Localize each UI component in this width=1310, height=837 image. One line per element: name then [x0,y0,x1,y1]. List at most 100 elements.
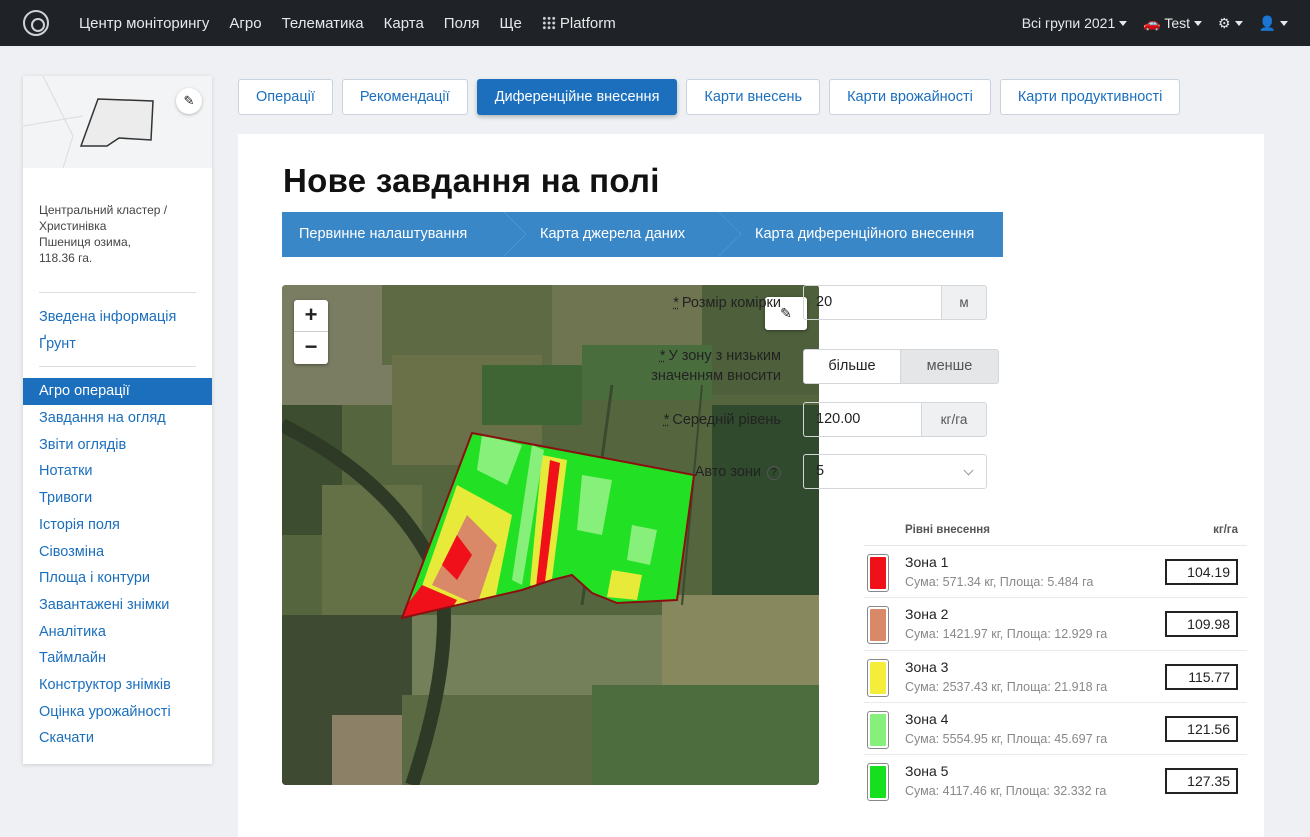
zone-color-swatch[interactable] [867,658,889,697]
tab-application-maps[interactable]: Карти внесень [686,79,821,115]
nav-monitoring-center[interactable]: Центр моніторингу [69,15,219,32]
zone-row: Зона 5 Сума: 4117.46 кг, Площа: 32.332 г… [864,755,1247,807]
nav-map[interactable]: Карта [374,15,434,32]
application-levels-table: Рівні внесення кг/га Зона 1 Сума: 571.34… [864,518,1247,807]
cell-size-unit: м [941,285,987,320]
low-zone-label-line1: У зону з низьким [668,348,781,364]
table-header: Рівні внесення кг/га [864,518,1247,546]
tab-variable-rate[interactable]: Диференційне внесення [476,79,678,115]
sidebar-link-summary[interactable]: Зведена інформація [23,304,212,331]
required-mark: * [663,411,670,428]
sidebar-link-crop-rotation[interactable]: Сівозміна [23,539,212,566]
edit-field-pencil-icon[interactable]: ✎ [176,88,202,114]
toggle-more-button[interactable]: більше [803,348,901,384]
sidebar-link-uploaded-images[interactable]: Завантажені знімки [23,592,212,619]
zone-summary: Сума: 5554.95 кг, Площа: 45.697 га [905,731,1108,746]
required-mark: * [673,294,679,311]
nav-platform[interactable]: Platform [532,15,626,32]
tab-operations[interactable]: Операції [238,79,333,115]
zone-name: Зона 4 [905,710,949,727]
zoom-controls: + − [294,300,328,364]
zone-color-swatch[interactable] [867,710,889,749]
zone-rate-input[interactable]: 109.98 [1165,611,1238,638]
logo-icon[interactable] [23,10,49,36]
field-crop: Пшениця озима, [39,235,131,249]
zone-color-swatch[interactable] [867,763,889,802]
groups-dropdown[interactable]: Всі групи 2021 [1014,15,1136,31]
groups-label: Всі групи 2021 [1021,15,1116,31]
sidebar-link-soil[interactable]: Ґрунт [23,331,212,358]
help-icon[interactable]: ? [767,465,781,480]
step-initial-setup[interactable]: Первинне налаштування [282,212,526,257]
sidebar-link-alerts[interactable]: Тривоги [23,485,212,512]
sidebar-link-yield-estimate[interactable]: Оцінка урожайності [23,699,212,726]
tab-recommendations[interactable]: Рекомендації [341,79,468,115]
sidebar-link-field-history[interactable]: Історія поля [23,512,212,539]
zone-rate-input[interactable]: 127.35 [1165,768,1238,795]
gear-icon: ⚙ [1218,14,1231,31]
tab-productivity-maps[interactable]: Карти продуктивності [999,79,1181,115]
zone-name: Зона 1 [905,554,949,570]
zone-color-fill [870,609,886,642]
average-level-input[interactable]: 120.00 [803,402,921,437]
zone-rate-input[interactable]: 121.56 [1165,715,1238,742]
nav-platform-label: Platform [559,14,616,32]
zone-color-swatch[interactable] [867,606,889,645]
sidebar-link-agro-operations[interactable]: Агро операції [23,378,212,406]
wizard-steps: Первинне налаштування Карта джерела дани… [282,212,1003,257]
cell-size-label-text: Розмір комірки [681,294,781,311]
sidebar-link-image-builder[interactable]: Конструктор знімків [23,672,212,699]
header-unit: кг/га [1213,524,1238,536]
profile-dropdown[interactable]: 👤 [1251,15,1296,32]
sidebar-link-analytics[interactable]: Аналітика [23,619,212,646]
zone-name: Зона 5 [905,763,949,780]
zoom-in-button[interactable]: + [294,300,328,332]
cell-size-label: * Розмір комірки [600,293,803,313]
sidebar-link-area-contours[interactable]: Площа і контури [23,565,212,592]
zone-color-swatch[interactable] [867,554,889,592]
sidebar-link-inspection-reports[interactable]: Звіти оглядів [23,432,212,459]
user-menu-area: Всі групи 2021 🚗 Test ⚙ 👤 [1014,15,1296,32]
zone-summary: Сума: 2537.43 кг, Площа: 21.918 га [905,679,1108,694]
sidebar-link-timeline[interactable]: Таймлайн [23,645,212,672]
caret-down-icon [1280,20,1288,26]
zone-rate-input[interactable]: 104.19 [1165,559,1238,585]
page-title: Нове завдання на полі [283,162,660,199]
zoom-out-button[interactable]: − [294,332,328,364]
cell-size-input[interactable]: 20 [803,285,941,320]
row-average-level: * Середній рівень 120.00 кг/га [600,402,987,437]
zone-row: Зона 4 Сума: 5554.95 кг, Площа: 45.697 г… [864,703,1247,756]
caret-down-icon [1234,20,1243,26]
vehicle-dropdown[interactable]: 🚗 Test [1135,15,1210,32]
sidebar-link-inspection-tasks[interactable]: Завдання на огляд [23,405,212,432]
field-thumbnail: ✎ [23,76,212,168]
low-zone-label-line2: значенням вносити [651,368,781,384]
sidebar-link-download[interactable]: Скачати [23,725,212,752]
car-icon: 🚗 [1143,14,1161,31]
field-area: 118.36 га. [39,251,93,265]
main-menu: Центр моніторингу Агро Телематика Карта … [69,15,626,32]
field-info: Центральний кластер / Христинівка Пшениц… [23,168,212,266]
field-location: Христинівка [39,219,107,233]
nav-telematics[interactable]: Телематика [272,15,374,32]
zone-name: Зона 2 [905,606,949,623]
operations-tabs: Операції Рекомендації Диференційне внесе… [238,79,1181,115]
step-variable-rate-map[interactable]: Карта диференційного внесення [719,212,1003,257]
caret-down-icon [1119,21,1128,26]
nav-more[interactable]: Ще [489,15,531,32]
chevron-down-icon [963,465,974,476]
sidebar-link-notes[interactable]: Нотатки [23,458,212,485]
top-navbar: Центр моніторингу Агро Телематика Карта … [0,0,1310,46]
step-source-data-map[interactable]: Карта джерела даних [504,212,741,257]
row-cell-size: * Розмір комірки 20 м [600,285,987,320]
toggle-less-button[interactable]: менше [901,348,999,384]
nav-agro[interactable]: Агро [219,15,271,32]
apps-grid-icon [541,15,556,30]
nav-fields[interactable]: Поля [434,15,490,32]
zone-rate-input[interactable]: 115.77 [1165,663,1238,690]
tab-yield-maps[interactable]: Карти врожайності [829,79,991,115]
low-zone-label: * У зону з низьким значенням вносити [600,346,803,386]
low-zone-toggle: більше менше [803,348,999,384]
auto-zones-select[interactable]: 5 [803,454,987,489]
settings-dropdown[interactable]: ⚙ [1210,15,1251,32]
